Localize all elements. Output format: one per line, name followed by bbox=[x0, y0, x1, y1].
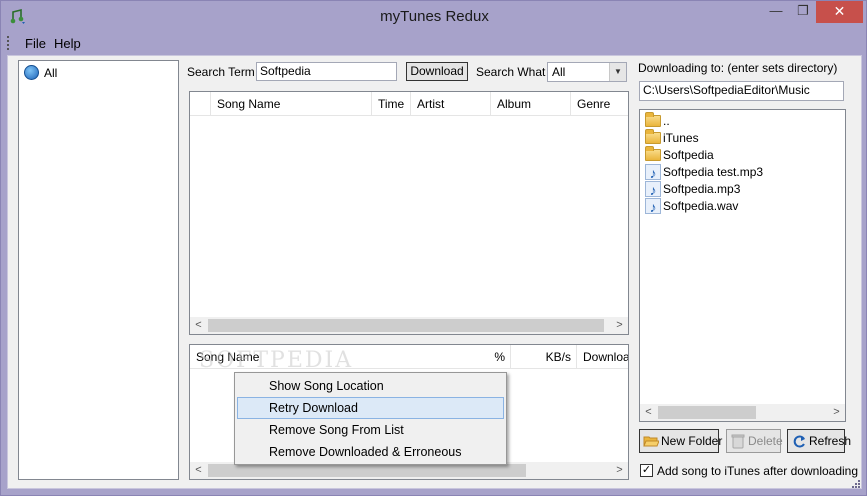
search-term-label: Search Term bbox=[187, 65, 255, 79]
folder-icon bbox=[645, 146, 661, 161]
menu-item-remove-song[interactable]: Remove Song From List bbox=[237, 419, 504, 441]
download-button[interactable]: Download bbox=[406, 62, 468, 81]
close-button[interactable]: ✕ bbox=[816, 1, 863, 23]
refresh-button[interactable]: Refresh bbox=[787, 429, 851, 453]
chevron-down-icon[interactable]: ▼ bbox=[609, 63, 626, 81]
new-folder-label: New Folder bbox=[661, 434, 723, 448]
directory-file-list[interactable]: .. iTunes Softpedia ♪ Softpedia test.mp3… bbox=[639, 109, 846, 422]
refresh-icon bbox=[793, 435, 805, 448]
file-name: iTunes bbox=[663, 131, 699, 145]
scroll-right-icon[interactable]: > bbox=[611, 317, 628, 334]
downloads-col-downloaded[interactable]: Downloa bbox=[577, 345, 628, 369]
scroll-right-icon[interactable]: > bbox=[611, 462, 628, 479]
category-tree[interactable]: All bbox=[18, 60, 179, 480]
results-col-genre[interactable]: Genre bbox=[571, 92, 628, 116]
menu-item-remove-downloaded[interactable]: Remove Downloaded & Erroneous bbox=[237, 441, 504, 463]
folder-icon bbox=[645, 129, 661, 144]
minimize-button[interactable]: — bbox=[763, 1, 789, 23]
scroll-right-icon[interactable]: > bbox=[828, 404, 845, 421]
music-file-icon: ♪ bbox=[645, 198, 661, 215]
menubar-grip bbox=[7, 36, 10, 50]
results-col-artist[interactable]: Artist bbox=[411, 92, 491, 116]
results-header: Song Name Time Artist Album Genre bbox=[190, 92, 628, 116]
refresh-label: Refresh bbox=[809, 434, 852, 448]
add-to-itunes-checkbox[interactable]: ✓ bbox=[640, 464, 653, 477]
results-col-song-name[interactable]: Song Name bbox=[211, 92, 372, 116]
search-what-value: All bbox=[552, 65, 566, 79]
search-what-label: Search What bbox=[476, 65, 546, 79]
new-folder-button[interactable]: New Folder bbox=[639, 429, 723, 453]
music-file-icon: ♪ bbox=[645, 181, 661, 198]
results-col-time[interactable]: Time bbox=[372, 92, 411, 116]
search-results-list[interactable]: Song Name Time Artist Album Genre < > bbox=[189, 91, 629, 335]
downloads-col-speed[interactable]: KB/s bbox=[511, 345, 577, 369]
menu-item-show-song-location[interactable]: Show Song Location bbox=[237, 375, 504, 397]
title-bar[interactable]: myTunes Redux — ❐ ✕ bbox=[1, 1, 867, 32]
file-name: Softpedia bbox=[663, 148, 714, 162]
scroll-thumb[interactable] bbox=[208, 464, 526, 477]
file-name: Softpedia.wav bbox=[663, 199, 739, 213]
app-window: myTunes Redux — ❐ ✕ File Help All Search… bbox=[0, 0, 867, 496]
open-folder-icon bbox=[643, 436, 659, 447]
menu-help[interactable]: Help bbox=[54, 36, 81, 51]
file-name: Softpedia.mp3 bbox=[663, 182, 741, 196]
files-hscrollbar[interactable]: < > bbox=[640, 404, 845, 421]
results-col-blank[interactable] bbox=[190, 92, 211, 116]
directory-path-input[interactable]: C:\Users\SoftpediaEditor\Music bbox=[639, 81, 844, 101]
resize-grip-icon[interactable] bbox=[849, 479, 861, 491]
globe-icon bbox=[24, 65, 39, 80]
tree-item-label: All bbox=[44, 66, 58, 80]
delete-icon bbox=[731, 434, 745, 449]
scroll-left-icon[interactable]: < bbox=[640, 404, 657, 421]
scroll-thumb[interactable] bbox=[658, 406, 756, 419]
scroll-left-icon[interactable]: < bbox=[190, 317, 207, 334]
context-menu: Show Song Location Retry Download Remove… bbox=[234, 372, 507, 465]
music-file-icon: ♪ bbox=[645, 164, 661, 181]
delete-label: Delete bbox=[748, 434, 783, 448]
file-name: Softpedia test.mp3 bbox=[663, 165, 764, 179]
delete-button[interactable]: Delete bbox=[726, 429, 783, 453]
file-name: .. bbox=[663, 114, 670, 128]
results-hscrollbar[interactable]: < > bbox=[190, 317, 628, 334]
scroll-left-icon[interactable]: < bbox=[190, 462, 207, 479]
folder-icon bbox=[645, 112, 661, 127]
window-title: myTunes Redux bbox=[380, 8, 489, 25]
watermark: SOFTPEDIA bbox=[199, 348, 354, 373]
search-what-select[interactable]: All ▼ bbox=[547, 62, 627, 82]
maximize-button[interactable]: ❐ bbox=[790, 1, 816, 23]
menu-item-retry-download[interactable]: Retry Download bbox=[237, 397, 504, 419]
search-input[interactable]: Softpedia bbox=[256, 62, 397, 81]
results-col-album[interactable]: Album bbox=[491, 92, 571, 116]
menu-file[interactable]: File bbox=[25, 36, 46, 51]
add-to-itunes-label: Add song to iTunes after downloading bbox=[657, 464, 859, 478]
downloading-to-label: Downloading to: (enter sets directory) bbox=[638, 61, 838, 75]
scroll-thumb[interactable] bbox=[208, 319, 604, 332]
downloads-col-percent[interactable]: % bbox=[351, 345, 511, 369]
